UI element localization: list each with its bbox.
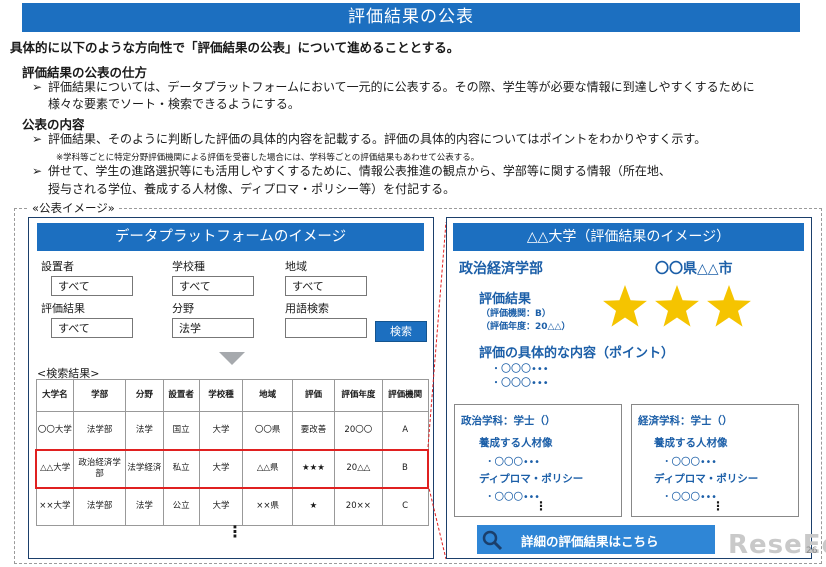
detail-panel: △△大学（評価結果のイメージ） 政治経済学部 〇〇県△△市 評価結果 （評価機関… — [446, 217, 812, 559]
policy-item: ・〇〇〇••• — [662, 492, 717, 503]
dept-title: 政治学科：学士（） — [461, 415, 556, 427]
content-item: ・〇〇〇••• — [491, 378, 549, 389]
dept-title: 経済学科：学士（） — [638, 415, 733, 427]
policy-heading: ディプロマ・ポリシー — [479, 473, 584, 485]
rating-stars — [603, 285, 751, 327]
talent-heading: 養成する人材像 — [654, 437, 728, 449]
policy-heading: ディプロマ・ポリシー — [654, 473, 759, 485]
search-icon — [482, 530, 503, 551]
star-icon — [707, 285, 751, 327]
detail-title: △△大学（評価結果のイメージ） — [453, 223, 804, 251]
faculty-name: 政治経済学部 — [459, 261, 543, 277]
page-number: 26 — [806, 546, 818, 556]
talent-item: ・〇〇〇••• — [662, 457, 717, 468]
talent-heading: 養成する人材像 — [479, 437, 553, 449]
detail-results-link-label: 詳細の評価結果はこちら — [521, 534, 659, 549]
result-heading: 評価結果 — [479, 292, 532, 307]
star-icon — [603, 285, 647, 327]
dept-panel-politics: 政治学科：学士（） 養成する人材像 ・〇〇〇••• ディプロマ・ポリシー ・〇〇… — [454, 404, 622, 517]
detail-results-link[interactable]: 詳細の評価結果はこちら — [477, 525, 715, 554]
result-year: （評価年度：20△△） — [481, 322, 571, 332]
star-icon — [655, 285, 699, 327]
policy-item: ・〇〇〇••• — [485, 492, 540, 503]
talent-item: ・〇〇〇••• — [485, 457, 540, 468]
location: 〇〇県△△市 — [655, 261, 733, 277]
result-org: （評価機関：B） — [481, 309, 551, 319]
more-indicator: ⋮ — [535, 499, 547, 513]
content-item: ・〇〇〇••• — [491, 364, 549, 375]
content-heading: 評価の具体的な内容（ポイント） — [479, 346, 675, 361]
more-indicator: ⋮ — [712, 499, 724, 513]
dept-panel-economics: 経済学科：学士（） 養成する人材像 ・〇〇〇••• ディプロマ・ポリシー ・〇〇… — [631, 404, 799, 517]
